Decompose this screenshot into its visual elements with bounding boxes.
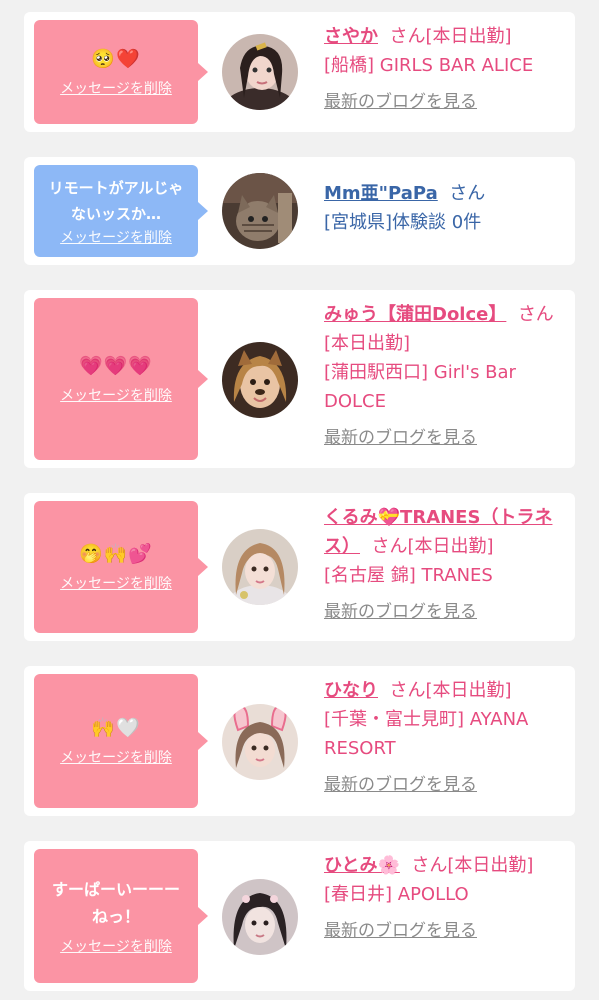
latest-blog-link[interactable]: 最新のブログを見る [324,600,564,624]
avatar[interactable] [222,529,298,605]
message-text: 🤭🙌💕 [79,543,153,565]
message-bubble: 🤭🙌💕 メッセージを削除 [34,501,208,633]
sender-info: くるみ💝TRANES（トラネス） さん[本日出勤] [名古屋 錦] TRANES… [324,503,564,624]
sender-status: さん[本日出勤] [371,536,494,557]
delete-message-link[interactable]: メッセージを削除 [60,229,172,247]
sender-name-link[interactable]: Mm亜"PaPa [324,183,438,204]
latest-blog-link[interactable]: 最新のブログを見る [324,773,564,797]
sender-name-link[interactable]: ひなり [324,680,378,701]
avatar[interactable] [222,879,298,955]
latest-blog-link[interactable]: 最新のブログを見る [324,426,564,450]
shop-name: [船橋] GIRLS BAR ALICE [324,55,534,76]
sender-info: Mm亜"PaPa さん [宮城県]体験談 0件 [324,179,564,237]
message-card: 🙌🤍 メッセージを削除 ひなり さん[本日出勤] [千葉・富士見町] AYANA… [24,666,575,816]
message-card: 🤭🙌💕 メッセージを削除 くるみ💝TRANES（トラネス） さん[本日出勤] [… [24,493,575,641]
avatar[interactable] [222,704,298,780]
avatar[interactable] [222,34,298,110]
delete-message-link[interactable]: メッセージを削除 [60,938,172,956]
delete-message-link[interactable]: メッセージを削除 [60,749,172,767]
sender-info: さやか さん[本日出勤] [船橋] GIRLS BAR ALICE 最新のブログ… [324,22,564,114]
sender-name-link[interactable]: さやか [324,26,378,47]
message-bubble: 🙌🤍 メッセージを削除 [34,674,208,808]
sender-info: ひとみ🌸 さん[本日出勤] [春日井] APOLLO 最新のブログを見る [324,851,564,943]
sender-info: みゅう【蒲田Dolce】 さん[本日出勤] [蒲田駅西口] Girl's Bar… [324,300,564,450]
message-text: 🙌🤍 [91,717,141,739]
sender-info: ひなり さん[本日出勤] [千葉・富士見町] AYANA RESORT 最新のブ… [324,676,564,797]
shop-name: [名古屋 錦] TRANES [324,565,493,586]
avatar[interactable] [222,342,298,418]
message-card: すーぱーいーーーねっ！ メッセージを削除 ひとみ🌸 さん[本日出勤] [春日井]… [24,841,575,991]
message-card: 🥺❤️ メッセージを削除 さやか さん[本日出勤] [船橋] GIRLS BAR… [24,12,575,132]
sender-status: さん[本日出勤] [389,680,512,701]
delete-message-link[interactable]: メッセージを削除 [60,575,172,593]
message-text: 💗💗💗 [79,355,153,377]
message-text: リモートがアルじゃないッスか… [48,179,184,223]
message-bubble: 💗💗💗 メッセージを削除 [34,298,208,460]
shop-name: [春日井] APOLLO [324,884,469,905]
sender-status: さん[本日出勤] [389,26,512,47]
message-card: リモートがアルじゃないッスか… メッセージを削除 Mm亜"PaPa さん [宮城… [24,157,575,265]
message-bubble: 🥺❤️ メッセージを削除 [34,20,208,124]
latest-blog-link[interactable]: 最新のブログを見る [324,919,564,943]
sender-status: さん[本日出勤] [411,855,534,876]
sender-name-link[interactable]: ひとみ🌸 [324,855,400,876]
latest-blog-link[interactable]: 最新のブログを見る [324,90,564,114]
message-text: すーぱーいーーーねっ！ [51,880,180,926]
shop-name: [蒲田駅西口] Girl's Bar DOLCE [324,362,516,412]
message-bubble: リモートがアルじゃないッスか… メッセージを削除 [34,165,208,257]
shop-name: [宮城県]体験談 0件 [324,212,482,233]
message-text: 🥺❤️ [91,48,141,70]
avatar[interactable] [222,173,298,249]
sender-name-link[interactable]: みゅう【蒲田Dolce】 [324,304,506,325]
shop-name: [千葉・富士見町] AYANA RESORT [324,709,529,759]
message-card: 💗💗💗 メッセージを削除 みゅう【蒲田Dolce】 さん[本日出勤] [蒲田駅西… [24,290,575,468]
message-bubble: すーぱーいーーーねっ！ メッセージを削除 [34,849,208,983]
delete-message-link[interactable]: メッセージを削除 [60,80,172,98]
delete-message-link[interactable]: メッセージを削除 [60,387,172,405]
sender-status: さん [449,183,486,204]
